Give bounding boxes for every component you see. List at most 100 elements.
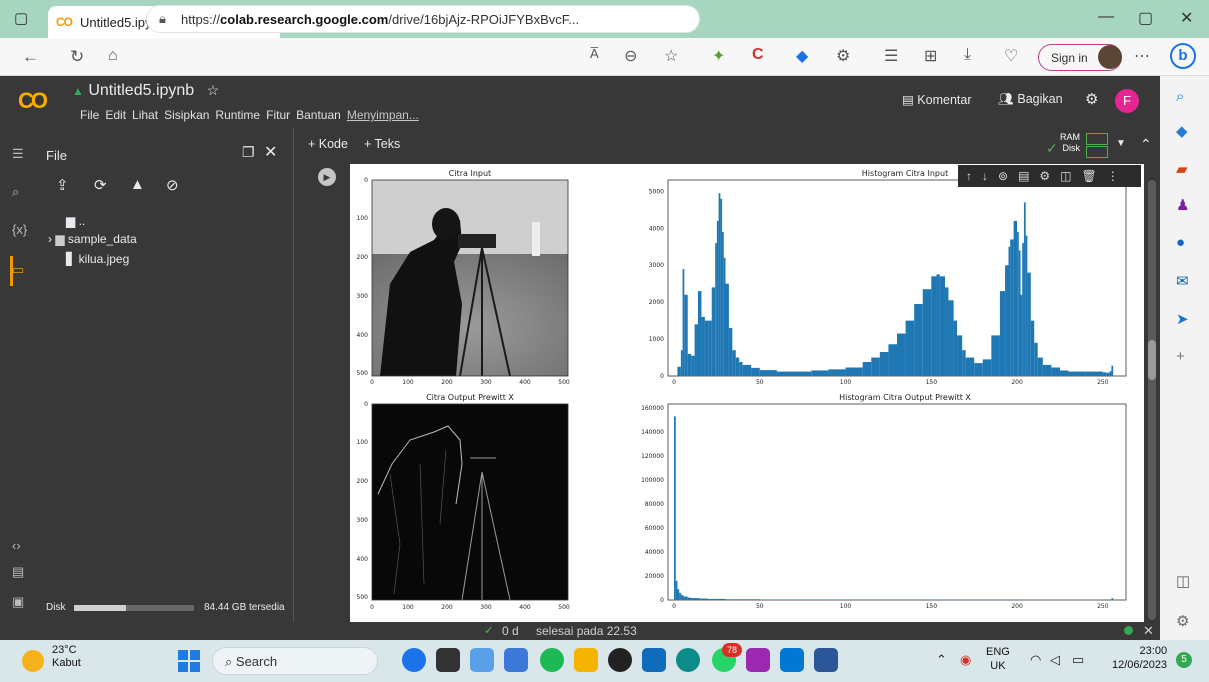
bing-copilot-icon[interactable]: b: [1170, 43, 1196, 69]
profile-avatar[interactable]: [1098, 45, 1122, 69]
terminal-icon[interactable]: ▣: [12, 594, 24, 610]
wifi-icon[interactable]: ◠: [1030, 652, 1041, 668]
files-folder-icon[interactable]: ▭: [12, 262, 24, 278]
volume-icon[interactable]: ◁: [1050, 652, 1060, 668]
comment-cell-icon[interactable]: ▤: [1018, 169, 1029, 183]
back-icon[interactable]: ←: [22, 47, 39, 67]
file-item-kilua[interactable]: ▋ kilua.jpeg: [66, 252, 129, 266]
bing-app-icon[interactable]: [402, 648, 426, 672]
sidebar-outlook-icon[interactable]: ✉: [1176, 272, 1189, 290]
menu-file[interactable]: File: [80, 108, 99, 122]
comment-button[interactable]: ▤ Komentar: [902, 92, 972, 107]
scrollbar-thumb[interactable]: [1148, 340, 1156, 380]
favorites-list-icon[interactable]: ☰: [884, 46, 898, 66]
spotify-icon[interactable]: [540, 648, 564, 672]
add-code-button[interactable]: + Kode: [308, 137, 348, 151]
notebook-title[interactable]: ▲ Untitled5.ipynb ☆: [72, 82, 219, 100]
collections-icon[interactable]: ⊞: [924, 46, 937, 66]
minimize-icon[interactable]: —: [1098, 8, 1114, 26]
notification-badge[interactable]: 5: [1176, 652, 1192, 668]
weather-sun-icon[interactable]: [22, 650, 44, 672]
menu-view[interactable]: Lihat: [132, 108, 158, 122]
extension-arrow-icon[interactable]: ◆: [796, 46, 808, 66]
media-app-icon[interactable]: [608, 648, 632, 672]
menu-edit[interactable]: Edit: [105, 108, 126, 122]
zoom-icon[interactable]: ⊖: [624, 46, 637, 66]
sidebar-shopping-icon[interactable]: ◆: [1176, 122, 1188, 140]
close-window-icon[interactable]: ✕: [1180, 8, 1193, 28]
parent-folder-row[interactable]: ▆ ..: [66, 214, 85, 228]
cell-settings-icon[interactable]: ⚙: [1039, 169, 1050, 183]
sidebar-search-icon[interactable]: ⌕: [1176, 88, 1184, 105]
status-close-icon[interactable]: ✕: [1143, 623, 1154, 639]
feedback-icon[interactable]: ♡: [1004, 46, 1018, 66]
move-down-icon[interactable]: ↓: [982, 169, 988, 183]
url-field[interactable]: 🔒︎ https://colab.research.google.com/dri…: [146, 5, 700, 33]
download-icon[interactable]: ⤓: [964, 46, 971, 64]
upload-file-icon[interactable]: ⇪: [56, 176, 69, 194]
refresh-icon[interactable]: ↻: [70, 47, 84, 67]
widgets-icon[interactable]: [470, 648, 494, 672]
edge-browser-icon[interactable]: [676, 648, 700, 672]
sidebar-send-icon[interactable]: ➤: [1176, 310, 1189, 328]
runtime-dropdown-icon[interactable]: ▼: [1116, 138, 1126, 149]
run-cell-button[interactable]: ▶: [318, 168, 336, 186]
user-avatar[interactable]: F: [1115, 89, 1139, 113]
read-aloud-icon[interactable]: A̅: [590, 46, 599, 61]
weather-widget[interactable]: 23°C Kabut: [52, 644, 81, 670]
language-indicator[interactable]: ENG UK: [986, 645, 1010, 673]
file-item-sample-data[interactable]: › ▆ sample_data: [48, 232, 137, 246]
menu-insert[interactable]: Sisipkan: [164, 108, 209, 122]
menu-runtime[interactable]: Runtime: [215, 108, 260, 122]
clock[interactable]: 23:00 12/06/2023: [1112, 644, 1167, 672]
restore-icon[interactable]: ▢: [1138, 8, 1153, 28]
table-of-contents-icon[interactable]: ☰: [12, 146, 24, 162]
tray-app-icon[interactable]: ◉: [960, 652, 971, 668]
menu-tools[interactable]: Fitur: [266, 108, 290, 122]
link-icon[interactable]: ⊚: [998, 169, 1008, 183]
share-button[interactable]: 👥︎ Bagikan: [998, 92, 1063, 107]
open-in-tab-icon[interactable]: ❐: [242, 144, 255, 161]
command-palette-icon[interactable]: ▤: [12, 564, 24, 580]
sidebar-tools-icon[interactable]: ▰: [1176, 160, 1188, 178]
cell-more-icon[interactable]: ⋮: [1107, 169, 1119, 183]
winrar-icon[interactable]: [746, 648, 770, 672]
word-icon[interactable]: [814, 648, 838, 672]
extension-c-icon[interactable]: C: [752, 46, 764, 64]
extensions-puzzle-icon[interactable]: ⚙: [836, 46, 850, 66]
vscode-icon[interactable]: [780, 648, 804, 672]
status-done[interactable]: selesai pada 22.53: [536, 624, 637, 638]
mount-drive-icon[interactable]: ▲: [130, 176, 145, 193]
resource-indicator[interactable]: RAM Disk: [1060, 132, 1080, 154]
move-up-icon[interactable]: ↑: [966, 169, 972, 183]
hidden-files-icon[interactable]: ⊘: [166, 176, 179, 194]
file-explorer-icon[interactable]: [574, 648, 598, 672]
tab-actions-icon[interactable]: ▢: [14, 9, 28, 27]
sidebar-games-icon[interactable]: ♟: [1176, 196, 1189, 214]
sidebar-hide-icon[interactable]: ◫: [1176, 572, 1190, 590]
add-text-button[interactable]: + Teks: [364, 137, 400, 151]
saving-status[interactable]: Menyimpan...: [347, 108, 419, 122]
sidebar-settings-icon[interactable]: ⚙: [1176, 612, 1189, 630]
notepad-icon[interactable]: [504, 648, 528, 672]
extension-leaf-icon[interactable]: ✦: [712, 46, 725, 66]
battery-icon[interactable]: ▭: [1072, 652, 1084, 668]
code-snippets-icon[interactable]: ‹›: [12, 538, 21, 553]
home-icon[interactable]: ⌂: [108, 47, 118, 65]
sidebar-add-icon[interactable]: +: [1176, 348, 1185, 365]
store-icon[interactable]: [642, 648, 666, 672]
sidebar-m365-icon[interactable]: ●: [1176, 234, 1185, 251]
favorite-star-icon[interactable]: ☆: [664, 46, 678, 66]
variables-icon[interactable]: {x}: [12, 222, 27, 237]
star-icon[interactable]: ☆: [207, 82, 220, 98]
tray-overflow-icon[interactable]: ⌃: [936, 652, 947, 668]
task-view-icon[interactable]: [436, 648, 460, 672]
more-menu-icon[interactable]: ⋯: [1134, 46, 1150, 66]
notebook-scrollbar[interactable]: [1148, 180, 1156, 620]
search-icon[interactable]: ⌕: [12, 184, 19, 200]
close-panel-icon[interactable]: ✕: [264, 142, 277, 162]
taskbar-search[interactable]: ⌕ Search: [212, 647, 378, 675]
mirror-cell-icon[interactable]: ◫: [1060, 169, 1071, 183]
settings-gear-icon[interactable]: ⚙: [1085, 90, 1098, 108]
refresh-folder-icon[interactable]: ⟳: [94, 176, 107, 194]
